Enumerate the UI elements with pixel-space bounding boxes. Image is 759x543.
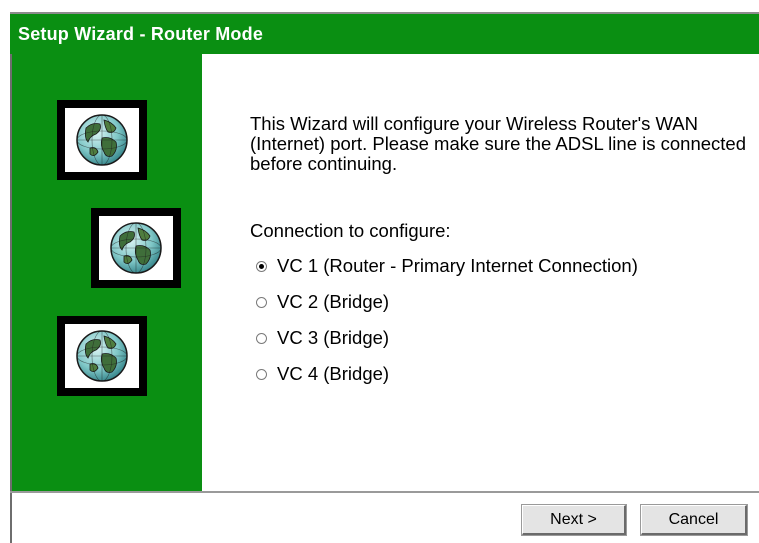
radio-button[interactable] [256,332,267,344]
main-content: This Wizard will configure your Wireless… [202,54,759,491]
next-button[interactable]: Next > [521,504,627,536]
wizard-description: This Wizard will configure your Wireless… [250,113,746,174]
connection-label: Connection to configure: [250,220,451,241]
radio-option-vc4[interactable]: VC 4 (Bridge) [256,362,389,386]
radio-label: VC 4 (Bridge) [277,363,390,384]
globe-icon [76,114,128,166]
top-margin [0,0,759,12]
globe-frame-3 [57,316,147,396]
globe-icon [110,222,162,274]
window-title: Setup Wizard - Router Mode [18,24,264,44]
radio-label: VC 3 (Bridge) [277,327,390,348]
wizard-window: Setup Wizard - Router Mode This Wizard w… [0,0,759,543]
radio-option-vc2[interactable]: VC 2 (Bridge) [256,290,389,314]
radio-button[interactable] [256,368,267,380]
title-bar: Setup Wizard - Router Mode [10,12,759,54]
sidebar [12,54,200,491]
radio-button[interactable] [256,296,267,308]
globe-frame-1 [57,100,147,180]
radio-button[interactable] [256,260,267,272]
radio-label: VC 2 (Bridge) [277,291,390,312]
radio-option-vc1[interactable]: VC 1 (Router - Primary Internet Connecti… [256,254,638,278]
globe-frame-2 [91,208,181,288]
globe-icon [76,330,128,382]
radio-label: VC 1 (Router - Primary Internet Connecti… [277,255,638,276]
footer: Next > Cancel [12,493,759,543]
cancel-button[interactable]: Cancel [640,504,748,536]
radio-option-vc3[interactable]: VC 3 (Bridge) [256,326,389,350]
